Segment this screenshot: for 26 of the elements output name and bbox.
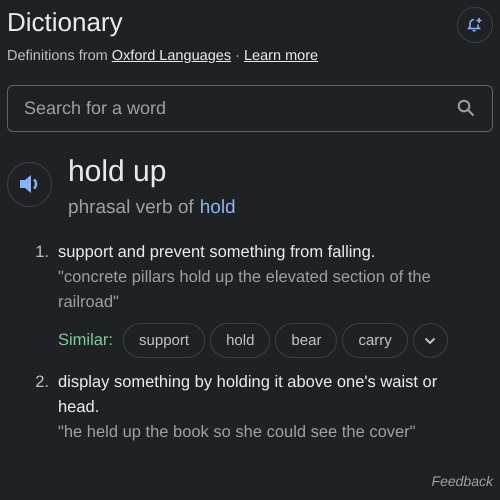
source-line: Definitions from Oxford Languages · Learn more [7,47,318,66]
similar-label: Similar: [58,330,114,352]
search-icon[interactable] [457,98,475,117]
feedback-link[interactable]: Feedback [432,471,493,492]
pronounce-button[interactable] [7,162,52,207]
synonym-chip[interactable]: support [123,323,206,358]
definition-text: support and prevent something from falling. [58,242,376,264]
add-alert-button[interactable] [457,7,493,43]
part-of-speech: phrasal verb of [68,196,194,220]
example-text: "concrete pillars hold up the elevated section of the railroad" [58,267,432,314]
expand-synonyms-button[interactable] [412,323,448,358]
bell-plus-icon [467,17,483,33]
headword: hold up [68,154,168,190]
root-word-link[interactable]: hold [200,194,236,222]
sense-number: 1. [34,242,50,264]
synonym-chip[interactable]: carry [342,323,408,358]
chevron-down-icon [424,336,436,345]
page-title: Dictionary [7,6,124,38]
synonym-chip[interactable]: hold [210,323,270,358]
learn-more-link[interactable]: Learn more [244,48,318,64]
definition-text: display something by holding it above one's waist or head. [58,372,438,418]
search-field[interactable]: Search for a word [7,84,493,132]
oxford-languages-link[interactable]: Oxford Languages [112,48,232,64]
sense-number: 2. [34,372,50,394]
synonym-chip[interactable]: bear [275,323,338,358]
example-text: "he held up the book so she could see the cover" [58,422,417,444]
